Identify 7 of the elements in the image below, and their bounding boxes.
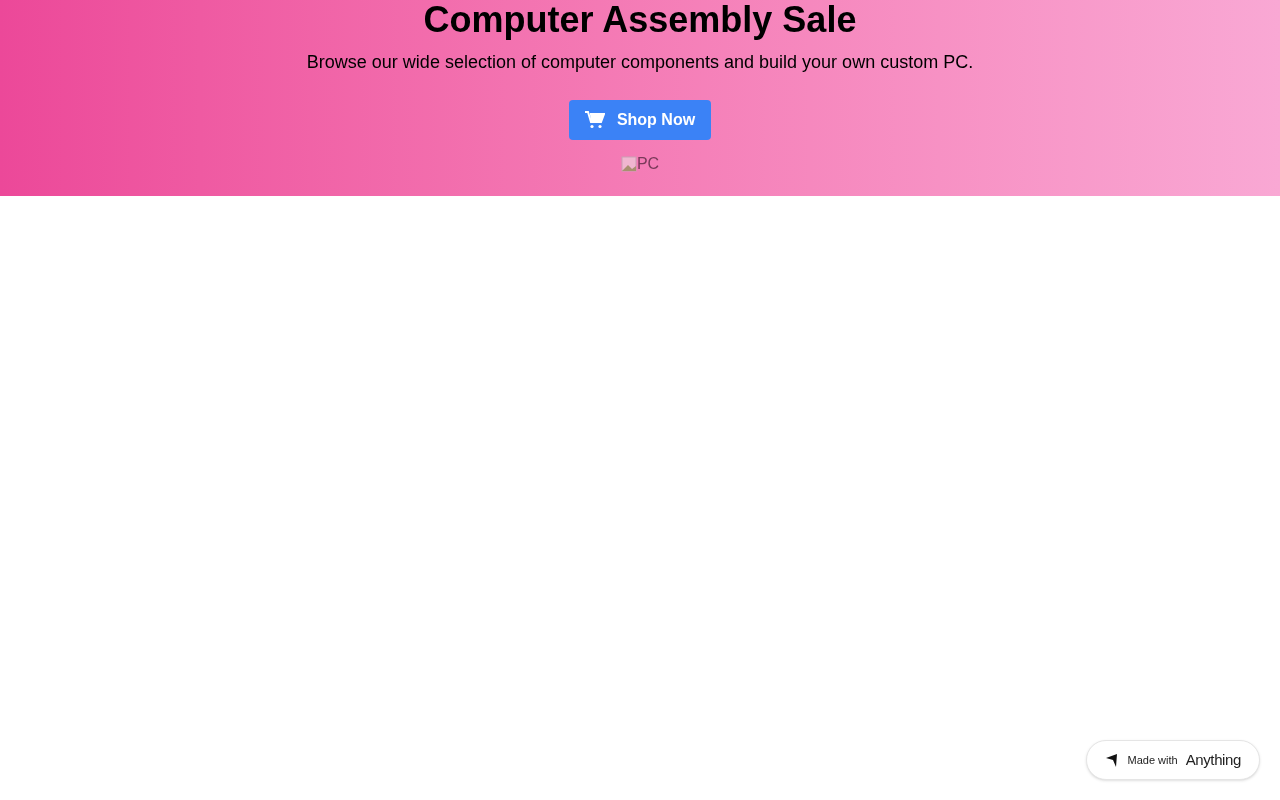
image-alt-text: PC xyxy=(636,156,660,172)
hero-subtitle: Browse our wide selection of computer components and build your own custom PC. xyxy=(306,51,974,74)
brand-name: Anything xyxy=(1185,749,1241,770)
hero-title: Computer Assembly Sale xyxy=(423,0,857,40)
made-with-badge[interactable]: Made with Anything xyxy=(1086,740,1260,780)
shop-now-button[interactable]: Shop Now xyxy=(568,100,712,140)
made-with-text: Made with xyxy=(1127,752,1178,768)
